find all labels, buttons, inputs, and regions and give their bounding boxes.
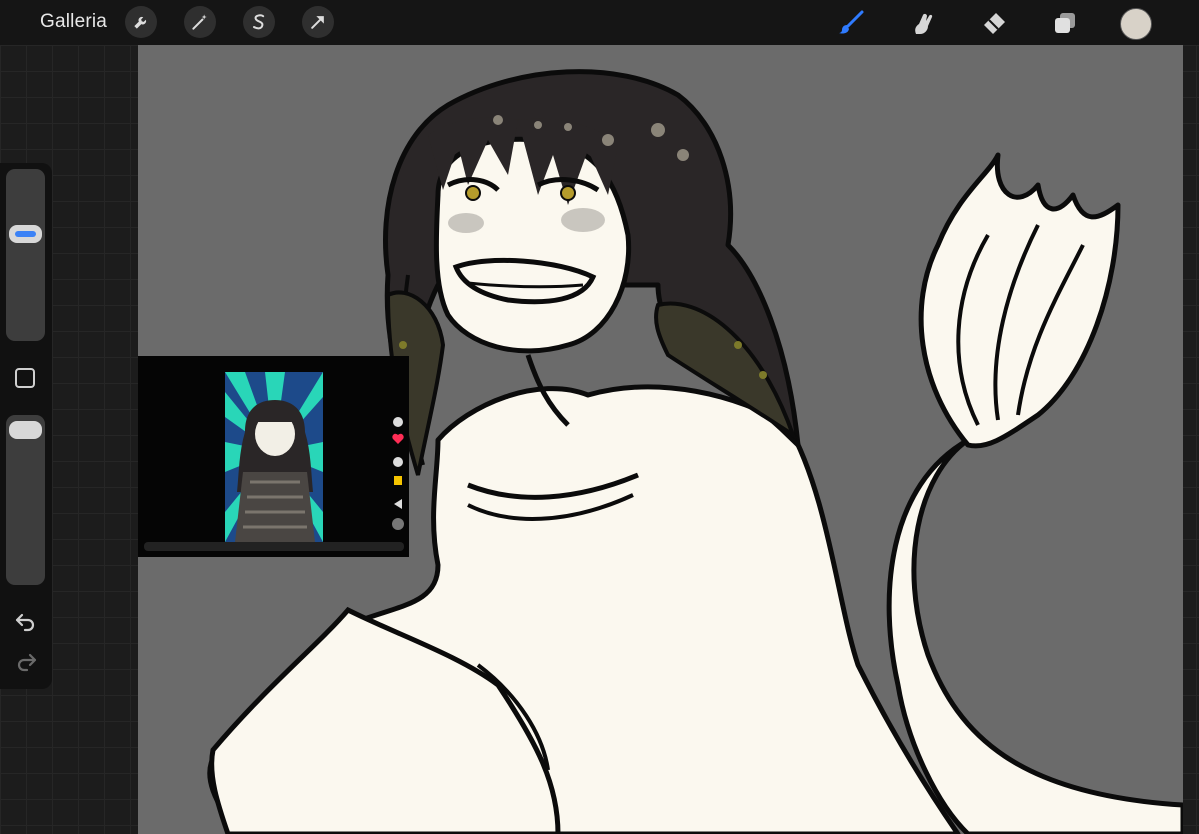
eraser-tool-button[interactable]	[977, 6, 1011, 40]
layers-button[interactable]	[1048, 6, 1082, 40]
color-picker-button[interactable]	[1120, 8, 1152, 40]
brush-icon	[839, 10, 864, 34]
undo-button[interactable]	[13, 609, 39, 635]
redo-button[interactable]	[13, 649, 39, 675]
layers-icon	[1055, 13, 1075, 33]
transform-arrow-icon	[311, 16, 324, 29]
smudge-icon	[915, 13, 933, 34]
brush-size-thumb[interactable]	[9, 224, 42, 243]
tail-shape	[886, 437, 1183, 834]
reference-action-icons	[392, 417, 404, 530]
reference-image[interactable]	[138, 356, 409, 557]
opacity-slider[interactable]	[6, 415, 45, 585]
top-toolbar: Galleria	[0, 0, 1199, 45]
smudge-tool-button[interactable]	[905, 6, 939, 40]
selection-s-icon	[253, 14, 265, 30]
wrench-icon	[134, 16, 147, 29]
brush-size-slider[interactable]	[6, 169, 45, 341]
redo-icon	[17, 653, 37, 672]
undo-icon	[15, 613, 35, 632]
reference-illustration	[225, 372, 323, 542]
adjustments-button[interactable]	[184, 6, 216, 38]
selection-button[interactable]	[243, 6, 275, 38]
magic-wand-icon	[192, 14, 207, 30]
gallery-button[interactable]: Galleria	[40, 11, 107, 33]
actions-button[interactable]	[125, 6, 157, 38]
modify-button[interactable]	[15, 368, 35, 388]
opacity-thumb[interactable]	[9, 421, 42, 439]
eraser-icon	[984, 13, 1005, 34]
transform-button[interactable]	[302, 6, 334, 38]
brush-sidebar	[0, 163, 52, 689]
brush-tool-button[interactable]	[834, 6, 868, 40]
reference-comment-bar	[144, 542, 404, 551]
